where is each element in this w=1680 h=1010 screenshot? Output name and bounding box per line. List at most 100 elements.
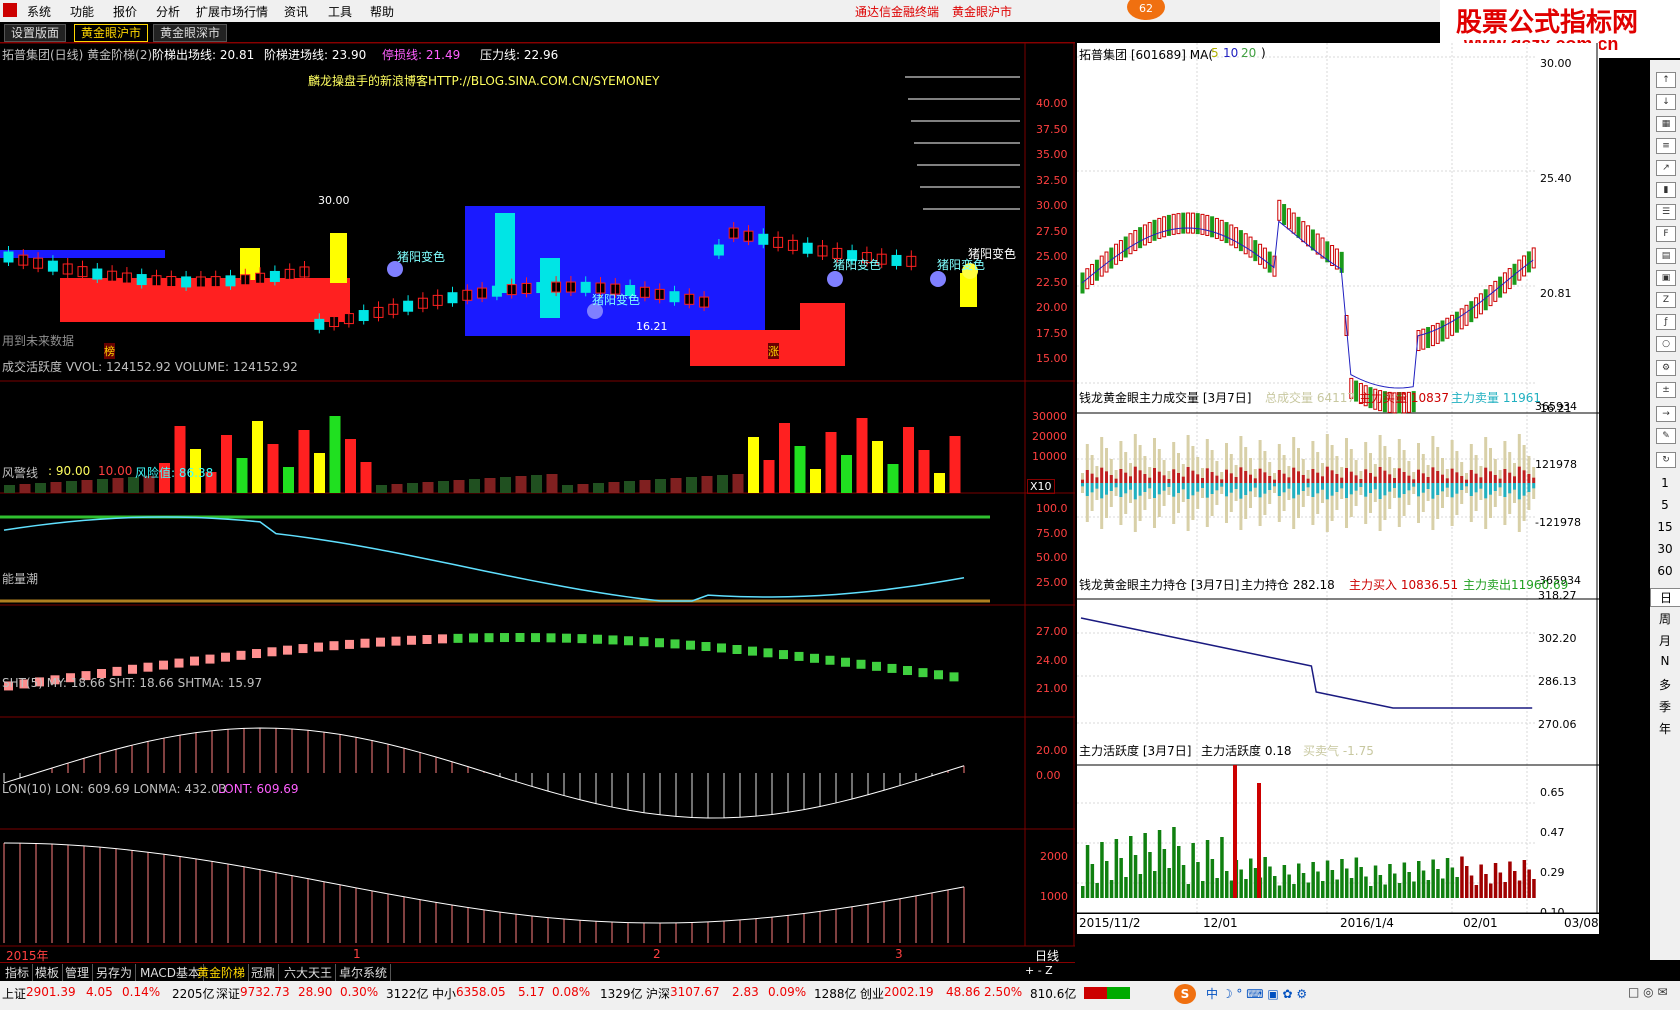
period-5min[interactable]: 5 <box>1650 498 1680 512</box>
btab-save-as[interactable]: 另存为 <box>93 964 137 981</box>
menu-function[interactable]: 功能 <box>70 3 94 20</box>
menu-analysis[interactable]: 分析 <box>156 3 180 20</box>
active-bar <box>1124 877 1128 898</box>
active-bar <box>1469 875 1474 898</box>
zoom-controls[interactable]: + - Z <box>1025 964 1053 977</box>
period-season[interactable]: 季 <box>1650 698 1680 715</box>
rvol-buy-bar <box>1225 469 1228 483</box>
tab-gold-eye-sz[interactable]: 黄金眼深市 <box>153 24 228 42</box>
news-icon[interactable]: ▣ <box>1656 270 1676 286</box>
index-sh-change: 4.05 <box>86 985 113 999</box>
up-arrow-icon[interactable]: ↑ <box>1656 72 1676 88</box>
period-year[interactable]: 年 <box>1650 720 1680 737</box>
btab-gold-ladder[interactable]: 黄金阶梯 <box>194 964 250 981</box>
y-tick: 2000 <box>1040 850 1068 863</box>
active-bar <box>1450 867 1455 898</box>
menu-system[interactable]: 系统 <box>27 3 51 20</box>
index-zx-label[interactable]: 中小 <box>432 985 456 1002</box>
btab-guanding[interactable]: 冠鼎 <box>248 964 280 981</box>
btab-template[interactable]: 模板 <box>32 964 64 981</box>
period-day[interactable]: 日 <box>1650 588 1680 607</box>
period-15min[interactable]: 15 <box>1650 520 1680 534</box>
index-hs-label[interactable]: 沪深 <box>646 985 670 1002</box>
btab-zhuoer[interactable]: 卓尔系统 <box>336 964 392 981</box>
active-bar <box>1354 857 1359 898</box>
rvol-buy-bar <box>1373 476 1377 483</box>
period-week[interactable]: 周 <box>1650 610 1680 627</box>
menu-info[interactable]: 资讯 <box>284 3 308 20</box>
rvol-sell-bar <box>1162 483 1166 491</box>
side-chart-area[interactable]: 拓普集团 [601689] MA( 5 10 20 ) 30.00 25.40 20… <box>1077 43 1599 947</box>
rvol-buy-bar <box>1388 474 1392 483</box>
pen-icon[interactable]: ✎ <box>1656 428 1676 444</box>
kline-icon[interactable]: ▮ <box>1656 182 1676 198</box>
rvol-sell-bar <box>1143 483 1147 492</box>
tab-settings-layout[interactable]: 设置版面 <box>4 24 67 42</box>
active-bar <box>1412 881 1416 898</box>
volume-bar <box>314 453 325 493</box>
btab-indicator[interactable]: 指标 <box>2 964 34 981</box>
rvol-sell-bar <box>1306 483 1310 488</box>
indicator-tabs: 指标 模板 管理 另存为 MACD基本 黄金阶梯 冠鼎 六大天王 卓尔系统 + … <box>0 962 1075 981</box>
rvol-buy-bar <box>1287 477 1291 483</box>
btab-six-kings[interactable]: 六大天王 <box>281 964 337 981</box>
volume-bar <box>903 427 914 493</box>
active-bar <box>1445 858 1450 898</box>
rvol-buy-bar <box>1484 467 1488 483</box>
menu-extended-market[interactable]: 扩展市场行情 <box>196 3 268 20</box>
volume-bar <box>453 480 465 493</box>
rk-candle <box>1450 314 1455 336</box>
rvol-sell-bar <box>1172 483 1176 497</box>
rvol-buy-bar <box>1306 478 1310 483</box>
ime-status-icons[interactable]: 中 ☽ ° ⌨ ▣ ✿ ⚙ <box>1206 985 1307 1002</box>
period-30min[interactable]: 30 <box>1650 542 1680 556</box>
rvol-buy-bar <box>1277 470 1281 483</box>
circle-icon[interactable]: ○ <box>1656 336 1676 352</box>
index-cy-label[interactable]: 创业 <box>860 985 884 1002</box>
input-method-icon[interactable]: S <box>1174 984 1196 1004</box>
f10-icon[interactable]: F <box>1656 226 1676 242</box>
tab-gold-eye-sh[interactable]: 黄金眼沪市 <box>74 24 149 42</box>
period-1min[interactable]: 1 <box>1650 476 1680 490</box>
volume-bar <box>531 475 542 493</box>
trend-icon[interactable]: ↗ <box>1656 160 1676 176</box>
period-n[interactable]: N <box>1650 654 1680 668</box>
chart-icon[interactable]: ▦ <box>1656 116 1676 132</box>
enter-icon[interactable]: → <box>1656 406 1676 422</box>
volume-bar <box>298 430 310 493</box>
period-multi[interactable]: 多 <box>1650 676 1680 693</box>
notification-badge[interactable]: 62 <box>1127 0 1165 20</box>
period-60min[interactable]: 60 <box>1650 564 1680 578</box>
tray-icons[interactable]: □ ◎ ✉ <box>1628 985 1668 999</box>
table-icon[interactable]: ≡ <box>1656 138 1676 154</box>
main-chart-area[interactable]: 拓普集团(日线) 黄金阶梯(2) 阶梯出场线: 20.81 阶梯进场线: 23.… <box>0 43 1075 963</box>
period-month[interactable]: 月 <box>1650 632 1680 649</box>
list-icon[interactable]: ☰ <box>1656 204 1676 220</box>
energy-bar <box>701 642 711 652</box>
rvol-sell-bar <box>1282 483 1286 493</box>
rvol-sell-bar <box>1479 483 1483 489</box>
side-chart-svg <box>1077 43 1599 914</box>
rvol-buy-bar <box>1469 470 1473 483</box>
fz-icon[interactable]: Z <box>1656 292 1676 308</box>
btab-manage[interactable]: 管理 <box>62 964 94 981</box>
rk-candle <box>1296 216 1301 238</box>
refresh-icon[interactable]: ↻ <box>1656 452 1676 468</box>
index-sh-label[interactable]: 上证 <box>2 985 26 1002</box>
volume-unit: X10 <box>1027 479 1055 494</box>
down-arrow-icon[interactable]: ↓ <box>1656 94 1676 110</box>
index-sh-value: 2901.39 <box>26 985 76 999</box>
rvol-sell-bar <box>1196 483 1200 492</box>
y-tick: 15.00 <box>1036 352 1068 365</box>
energy-bar <box>515 633 525 643</box>
formula-icon[interactable]: ƒ <box>1656 314 1676 330</box>
settings-icon[interactable]: ⚙ <box>1656 360 1676 376</box>
menu-tools[interactable]: 工具 <box>328 3 352 20</box>
menu-quote[interactable]: 报价 <box>113 3 137 20</box>
ladder-block <box>800 303 845 365</box>
index-sz-label[interactable]: 深证 <box>216 985 240 1002</box>
energy-bar <box>841 657 850 667</box>
doc-icon[interactable]: ▤ <box>1656 248 1676 264</box>
menu-help[interactable]: 帮助 <box>370 3 394 20</box>
calc-icon[interactable]: ± <box>1656 382 1676 398</box>
